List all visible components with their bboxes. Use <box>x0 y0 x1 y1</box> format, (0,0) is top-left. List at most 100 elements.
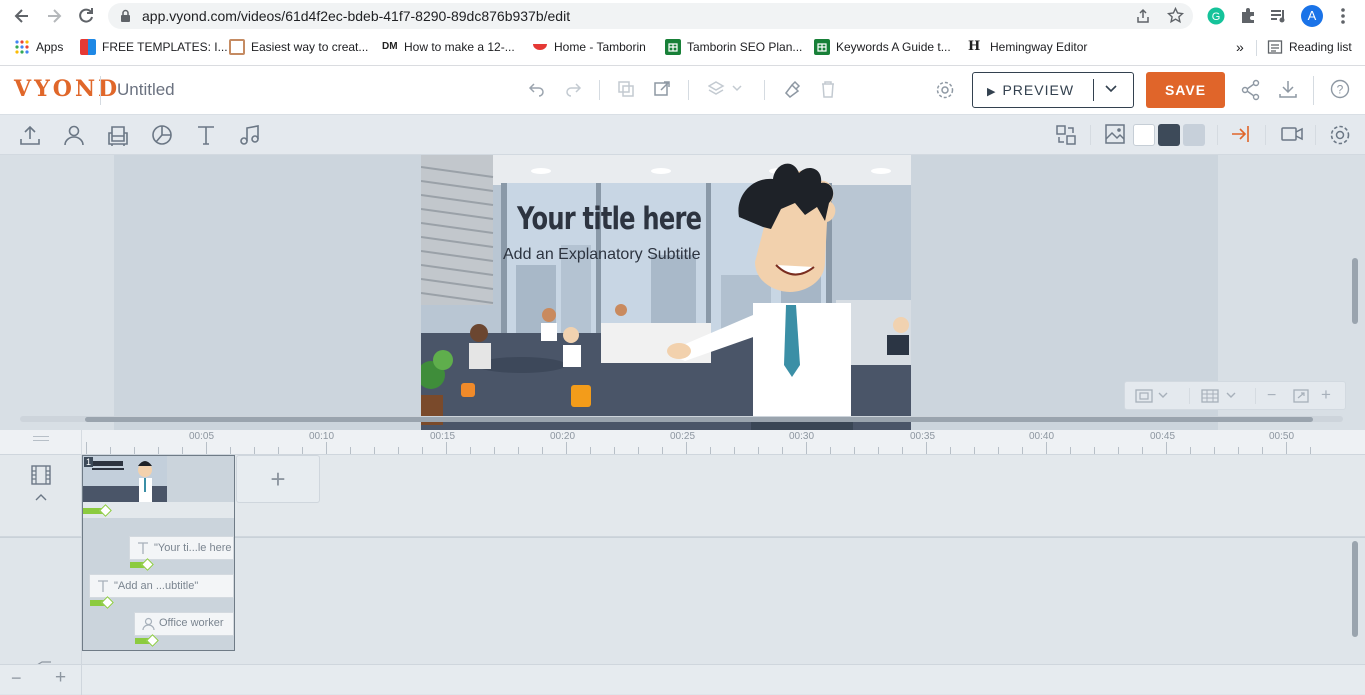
ruler-tick <box>1022 447 1023 454</box>
bookmarks-overflow-button[interactable]: » <box>1236 36 1244 58</box>
omnibox[interactable]: app.vyond.com/videos/61d4f2ec-bdeb-41f7-… <box>108 3 1193 29</box>
character-icon[interactable] <box>62 123 86 147</box>
bookmark-hemingway[interactable]: H Hemingway Editor <box>968 36 1087 58</box>
bookmark-label: Apps <box>36 40 64 54</box>
timeline-item-subtitle[interactable]: "Add an ...ubtitle" <box>89 574 234 598</box>
background-image-icon[interactable] <box>1104 123 1126 145</box>
reading-list-button[interactable]: Reading list <box>1267 36 1352 58</box>
star-icon[interactable] <box>1167 7 1184 24</box>
scene-canvas[interactable]: Your title here Add an Explanatory Subti… <box>421 155 911 430</box>
download-icon[interactable] <box>1278 79 1298 99</box>
ruler-tick <box>494 447 495 454</box>
scene-title-text[interactable]: Your title here <box>517 201 702 237</box>
color-swatch-dark[interactable] <box>1158 124 1180 146</box>
ruler-tick <box>326 442 327 454</box>
divider <box>1256 40 1257 56</box>
timeline-zoom-in-button[interactable]: + <box>55 667 66 689</box>
profile-avatar[interactable]: A <box>1301 5 1323 27</box>
drag-handle-icon[interactable] <box>33 436 49 441</box>
media-controls-icon[interactable] <box>1270 8 1288 24</box>
share-page-icon[interactable] <box>1135 8 1151 24</box>
timeline-item-character[interactable]: Office worker <box>134 612 234 636</box>
bookmark-home-tamborin[interactable]: Home - Tamborin <box>532 36 646 58</box>
reading-list-icon <box>1267 39 1283 55</box>
forward-icon[interactable] <box>44 6 64 26</box>
ruler-tick <box>374 447 375 454</box>
undo-icon[interactable] <box>528 80 546 98</box>
ruler-tick <box>950 447 951 454</box>
chevron-up-icon[interactable] <box>35 493 47 501</box>
bookmark-apps[interactable]: Apps <box>14 36 63 58</box>
ruler-tick <box>974 447 975 454</box>
film-strip-icon[interactable] <box>30 464 52 486</box>
zoom-in-button[interactable]: + <box>1321 386 1331 403</box>
address-bar-row: app.vyond.com/videos/61d4f2ec-bdeb-41f7-… <box>0 0 1365 32</box>
stage-area[interactable]: Your title here Add an Explanatory Subti… <box>0 155 1365 430</box>
kebab-menu-icon[interactable] <box>1340 7 1346 25</box>
upload-icon[interactable] <box>18 123 42 147</box>
scene-thumbnail-illustration <box>83 456 167 502</box>
save-button[interactable]: SAVE <box>1146 72 1225 108</box>
dm-favicon-icon: DM <box>382 41 398 52</box>
reload-icon[interactable] <box>76 6 96 26</box>
ruler-tick <box>206 442 207 454</box>
preview-text: PREVIEW <box>1002 82 1075 98</box>
timeline-vertical-scrollbar[interactable] <box>1352 541 1358 637</box>
stage-horizontal-scrollbar-thumb[interactable] <box>85 417 1313 422</box>
bookmark-free-templates[interactable]: FREE TEMPLATES: I... <box>80 36 228 58</box>
share-icon[interactable] <box>1241 79 1261 101</box>
bookmark-easiest-way[interactable]: Easiest way to creat... <box>229 36 368 58</box>
swap-layout-icon[interactable] <box>1054 123 1078 147</box>
url-text[interactable]: app.vyond.com/videos/61d4f2ec-bdeb-41f7-… <box>142 8 570 24</box>
chart-pie-icon[interactable] <box>150 123 174 147</box>
stage-vertical-scrollbar-thumb[interactable] <box>1352 258 1358 324</box>
preview-button[interactable]: ▶ PREVIEW <box>972 72 1134 108</box>
back-icon[interactable] <box>12 6 32 26</box>
timeline-zoom-out-button[interactable]: − <box>11 668 22 689</box>
text-icon[interactable] <box>194 123 218 147</box>
ruler-tick <box>86 442 87 454</box>
bookmark-tamborin-seo[interactable]: Tamborin SEO Plan... <box>665 36 802 58</box>
timeline-ruler[interactable]: 00:05 00:10 00:15 00:20 00:25 00:30 00:3… <box>0 430 1365 455</box>
timeline-item-title[interactable]: "Your ti...le here <box>129 536 234 560</box>
ruler-tick <box>542 447 543 454</box>
vyond-logo[interactable]: VYOND <box>14 76 120 102</box>
clean-brush-icon[interactable] <box>783 80 801 98</box>
grammarly-icon[interactable]: G <box>1207 7 1225 25</box>
ruler-tick <box>1238 447 1239 454</box>
aspect-frame-icon[interactable] <box>1135 389 1169 403</box>
layers-icon[interactable] <box>708 80 742 98</box>
zoom-out-button[interactable]: − <box>1267 388 1276 404</box>
redo-icon[interactable] <box>564 80 582 98</box>
ruler-tick <box>614 447 615 454</box>
settings-gear-icon[interactable] <box>935 80 955 100</box>
bookmark-how-to-make[interactable]: DM How to make a 12-... <box>382 36 515 58</box>
bookmark-keywords-guide[interactable]: Keywords A Guide t... <box>814 36 951 58</box>
color-swatch-white[interactable] <box>1133 124 1155 146</box>
chevron-down-icon[interactable] <box>1104 84 1118 94</box>
ruler-tick <box>278 447 279 454</box>
audio-music-icon[interactable] <box>238 123 262 147</box>
color-swatch-light[interactable] <box>1183 124 1205 146</box>
ruler-label: 00:15 <box>430 431 456 442</box>
copy-icon[interactable] <box>617 80 635 98</box>
ruler-tick <box>1142 447 1143 454</box>
paste-icon[interactable] <box>653 80 671 98</box>
ruler-label: 00:45 <box>1150 431 1176 442</box>
add-scene-button[interactable]: + <box>236 455 320 503</box>
ruler-tick <box>806 442 807 454</box>
grid-icon[interactable] <box>1201 389 1243 403</box>
scene-subtitle-text[interactable]: Add an Explanatory Subtitle <box>503 246 700 264</box>
ruler-tick <box>1310 447 1311 454</box>
props-chair-icon[interactable] <box>106 123 130 147</box>
scene-settings-icon[interactable] <box>1328 123 1352 147</box>
enter-transition-icon[interactable] <box>1230 123 1252 145</box>
ruler-label: 00:10 <box>309 431 335 442</box>
help-icon[interactable]: ? <box>1330 79 1350 99</box>
scene-1-thumbnail[interactable] <box>83 456 167 502</box>
video-title[interactable]: Untitled <box>117 80 175 100</box>
camera-icon[interactable] <box>1280 123 1304 145</box>
extensions-icon[interactable] <box>1239 7 1257 25</box>
fit-screen-icon[interactable] <box>1293 389 1309 403</box>
delete-icon[interactable] <box>820 80 836 98</box>
